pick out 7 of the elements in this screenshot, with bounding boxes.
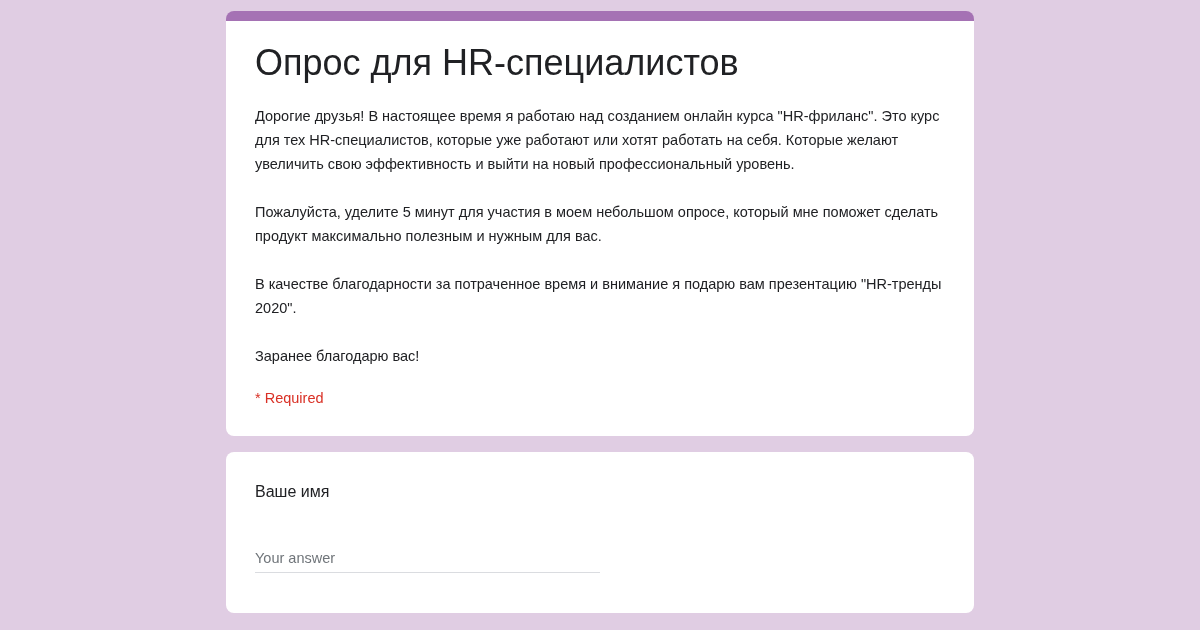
description-paragraph: Пожалуйста, уделите 5 минут для участия в моем небольшом опросе, который мне поможет сделать продукт максимально полезным и нужным для вас.: [255, 203, 940, 246]
question-title: Ваше имя: [255, 482, 331, 502]
description-paragraph: В качестве благодарности за потраченное время и внимание я подарю вам презентацию "HR-тренды 2020".: [255, 275, 943, 318]
required-note: * Required: [255, 389, 325, 408]
description-paragraph: Дорогие друзья! В настоящее время я работаю над созданием онлайн курса "HR-фриланс". Это курс для тех HR-специалистов, которые уже работают или хотят работать на себя. Которые желают увеличить свою эффективность и выйти на новый профессиональный уровень.: [255, 107, 941, 174]
description-paragraph: Заранее благодарю вас!: [255, 347, 421, 366]
form-title: Опрос для HR-специалистов: [255, 41, 740, 85]
